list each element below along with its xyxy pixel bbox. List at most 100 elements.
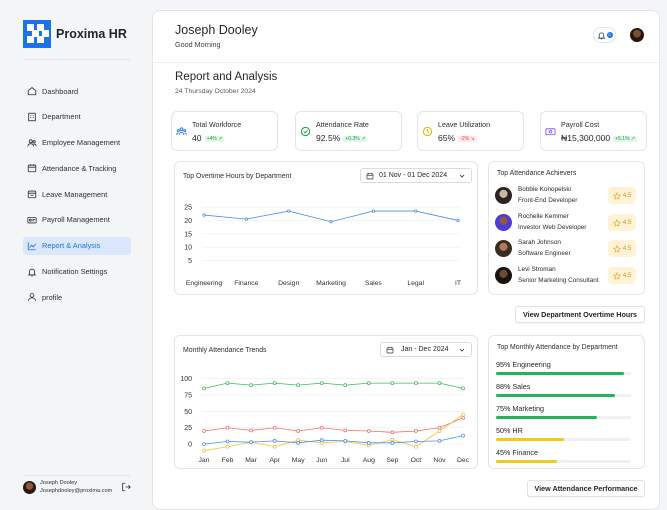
kpi-label: Total Workforce <box>192 121 242 129</box>
data-point <box>414 209 418 213</box>
data-point <box>456 218 460 223</box>
data-point <box>329 220 333 224</box>
data-point <box>272 438 277 443</box>
achiever-name: Rochelle Kemmer <box>518 213 569 220</box>
x-tick-label: IT <box>455 280 461 287</box>
dept-attendance-label: 45% Finance <box>496 448 538 457</box>
data-point <box>437 429 442 433</box>
payroll-icon <box>27 217 37 224</box>
y-tick-label: 20 <box>184 218 192 225</box>
user-icon <box>28 293 36 302</box>
achiever-score: 4.5 <box>622 245 632 252</box>
notification-button[interactable]: 0 <box>593 27 616 43</box>
dept-attendance-row: 75% Marketing <box>496 404 631 419</box>
achiever-score-badge: 4.5 <box>608 267 636 284</box>
x-tick-label: Jul <box>341 457 350 464</box>
kpi-change-badge: +0.3% ↗ <box>343 136 368 142</box>
x-tick-label: Jun <box>316 457 327 464</box>
kpi-change-badge: -2% ↘ <box>458 136 477 142</box>
sidebar-item-profile[interactable]: profile <box>23 288 131 306</box>
data-point <box>390 430 395 435</box>
sidebar-item-report-analysis[interactable]: Report & Analysis <box>23 236 131 255</box>
monthly-attendance-panel: Monthly Attendance Trends Jan - Dec 2024… <box>174 335 478 469</box>
page-date: 24 Thursday October 2024 <box>175 88 256 95</box>
data-point <box>296 440 301 445</box>
dept-attendance-label: 50% HR <box>496 426 523 435</box>
sidebar-item-label: Employee Management <box>42 138 121 148</box>
sidebar-item-notification-settings[interactable]: Notification Settings <box>23 263 131 281</box>
achiever-item[interactable]: Rochelle Kemmer Investor Web Developer 4… <box>495 212 636 234</box>
achiever-role: Investor Web Developer <box>518 224 587 231</box>
app-logo[interactable]: Proxima HR <box>23 20 127 48</box>
sidebar-user-name: Joseph Dooley <box>40 480 78 486</box>
sidebar-item-leave-management[interactable]: Leave Management <box>23 185 131 203</box>
dept-attendance-label: 88% Sales <box>496 382 531 391</box>
y-tick-label: 75 <box>184 392 192 399</box>
data-point <box>225 425 230 430</box>
dept-attendance-row: 45% Finance <box>496 448 631 463</box>
avatar[interactable] <box>630 28 644 42</box>
x-tick-label: Finance <box>234 280 258 287</box>
sidebar-item-employee-management[interactable]: Employee Management <box>23 134 131 152</box>
kpi-attendance-rate: Attendance Rate 92.5% +0.3% ↗ <box>295 111 402 151</box>
sidebar-divider <box>23 59 130 60</box>
data-point <box>461 433 465 438</box>
data-point <box>272 425 277 430</box>
sidebar-item-dashboard[interactable]: Dashboard <box>23 82 131 100</box>
dept-attendance-row: 88% Sales <box>496 382 631 397</box>
view-overtime-button[interactable]: View Department Overtime Hours <box>515 306 645 323</box>
data-point <box>390 440 395 445</box>
data-point <box>343 428 348 433</box>
dept-attendance-row: 95% Engineering <box>496 360 631 375</box>
kpi-change-badge: +5.1% ↗ <box>613 136 638 142</box>
achiever-item[interactable]: Bobbie Konopelski Front-End Developer 4.… <box>495 185 636 207</box>
kpi-payroll-cost: Payroll Cost ₦15,300,000 +5.1% ↗ <box>540 111 647 151</box>
data-point <box>225 444 230 449</box>
data-point <box>461 412 465 417</box>
x-tick-label: Oct <box>411 457 422 464</box>
kpi-value: 40 <box>192 133 202 143</box>
sidebar-item-attendance-tracking[interactable]: Attendance & Tracking <box>23 159 131 177</box>
data-point <box>366 381 371 386</box>
logout-icon[interactable] <box>121 482 131 492</box>
data-point <box>461 416 465 420</box>
series-line <box>203 382 464 389</box>
progress-track <box>496 416 631 419</box>
sidebar-item-department[interactable]: Department <box>23 108 131 126</box>
kpi-value: 92.5% <box>316 133 341 143</box>
x-tick-label: Sep <box>386 457 398 464</box>
sidebar-item-payroll-management[interactable]: Payroll Management <box>23 211 131 229</box>
series-line <box>203 417 464 433</box>
attendance-achievers-panel: Top Attendance Achievers Bobbie Konopels… <box>488 161 645 295</box>
kpi-total-workforce: Total Workforce 40 +4% ↗ <box>171 111 278 151</box>
series-line <box>203 435 464 445</box>
x-tick-label: Nov <box>433 457 446 464</box>
progress-track <box>496 438 631 441</box>
view-attendance-performance-button[interactable]: View Attendance Performance <box>527 480 645 497</box>
data-point <box>244 217 248 221</box>
sidebar-user-email: Josephdooley@proxima.com <box>40 488 113 494</box>
data-point <box>366 440 371 445</box>
data-point <box>202 386 206 391</box>
kpi-change: +0.3% <box>345 136 360 142</box>
achievers-title: Top Attendance Achievers <box>497 170 577 177</box>
avatar <box>495 240 512 257</box>
achiever-item[interactable]: Sarah Johnson Software Engineer 4.5 <box>495 238 636 260</box>
kpi-change: -2% <box>460 136 470 142</box>
y-tick-label: 100 <box>180 376 192 383</box>
y-tick-label: 25 <box>184 205 192 212</box>
sidebar-user[interactable]: Joseph Dooley Josephdooley@proxima.com <box>23 479 135 495</box>
kpi-change: +4% <box>206 136 217 142</box>
x-tick-label: Dec <box>457 457 470 464</box>
achiever-name: Bobbie Konopelski <box>518 186 571 193</box>
progress-fill <box>496 372 625 375</box>
achiever-role: Front-End Developer <box>518 197 578 204</box>
data-point <box>437 425 442 430</box>
dept-attendance-label: 95% Engineering <box>496 360 551 369</box>
achiever-score: 4.5 <box>622 192 632 199</box>
data-point <box>414 444 418 449</box>
data-point <box>287 209 291 213</box>
achiever-item[interactable]: Levi Stroman Senior Marketing Consultant… <box>495 265 636 287</box>
kpi-label: Payroll Cost <box>561 121 600 129</box>
sidebar-user-divider <box>23 475 130 476</box>
